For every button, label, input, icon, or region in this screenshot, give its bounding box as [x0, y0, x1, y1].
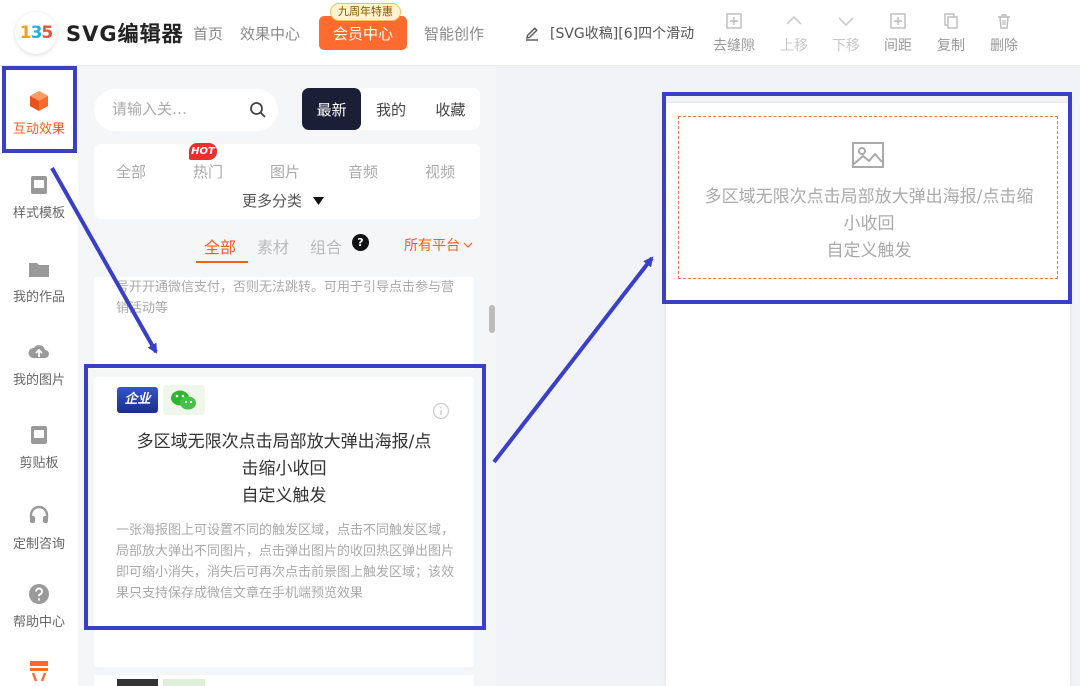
wechat-icon — [163, 385, 205, 415]
category-hot[interactable]: 热门 — [193, 161, 223, 182]
anniversary-badge: 九周年特惠 — [330, 3, 401, 21]
segment-favorites[interactable]: 收藏 — [421, 88, 480, 130]
enterprise-tag: 企业 — [117, 387, 158, 413]
clipboard-icon — [31, 426, 47, 444]
caret-down-icon — [313, 197, 325, 205]
rail-item-interactive-effects[interactable]: 互动效果 — [0, 89, 78, 137]
filter-combos[interactable]: 组合 — [310, 234, 342, 258]
nav-home[interactable]: 首页 — [193, 23, 223, 44]
tool-move-down[interactable]: 下移 — [820, 12, 872, 55]
wechat-icon — [163, 679, 205, 686]
platform-dropdown[interactable]: 所有平台 — [404, 235, 474, 255]
effects-library-panel: 最新 我的 收藏 全部 热门 HOT 图片 音频 视频 更多分类 全部 素材 组… — [78, 67, 496, 686]
left-rail: 互动效果 样式模板 我的作品 我的图片 剪贴板 定制咨询 帮助中心 — [0, 67, 78, 686]
category-all[interactable]: 全部 — [116, 161, 146, 182]
copy-icon — [944, 13, 958, 29]
help-icon — [29, 584, 49, 604]
search-icon[interactable] — [248, 100, 268, 120]
top-bar: 135 SVG编辑器 首页 效果中心 会员中心 九周年特惠 智能创作 [SVG收… — [0, 0, 1080, 66]
nav-smart-create[interactable]: 智能创作 — [424, 23, 484, 44]
filter-materials[interactable]: 素材 — [257, 234, 289, 258]
tool-copy[interactable]: 复制 — [925, 12, 977, 55]
segment-latest[interactable]: 最新 — [302, 88, 362, 130]
editor-canvas-area: 多区域无限次点击局部放大弹出海报/点击缩 小收回 自定义触发 — [496, 67, 1080, 686]
tool-delete[interactable]: 删除 — [978, 12, 1030, 55]
pencil-icon — [526, 27, 538, 41]
rail-item-style-templates[interactable]: 样式模板 — [0, 173, 78, 221]
segment-mine[interactable]: 我的 — [361, 88, 420, 130]
document-title[interactable]: [SVG收稿][6]四个滑动 — [524, 23, 694, 43]
rail-item-custom-consult[interactable]: 定制咨询 — [0, 504, 78, 552]
rail-item-my-images[interactable]: 我的图片 — [0, 340, 78, 388]
effect-description: 一张海报图上可设置不同的触发区域，点击不同触发区域，局部放大弹出不同图片，点击弹… — [116, 523, 455, 601]
search-input[interactable] — [112, 100, 236, 118]
help-circle-icon[interactable]: ? — [352, 234, 369, 251]
plus-square-icon — [726, 13, 742, 29]
trash-icon — [998, 14, 1010, 29]
rail-item-help-center[interactable]: 帮助中心 — [0, 582, 78, 630]
nav-effects-center[interactable]: 效果中心 — [240, 23, 300, 44]
effect-title: 多区域无限次点击局部放大弹出海报/点 击缩小收回 自定义触发 — [136, 432, 432, 506]
chevron-down-icon — [463, 242, 473, 248]
effect-description: 号开开通微信支付，否则无法跳转。可用于引导点击参与营销活动等 — [116, 280, 455, 316]
logo[interactable]: 135 — [15, 12, 57, 54]
hot-badge: HOT — [189, 143, 217, 160]
info-icon[interactable] — [432, 402, 450, 420]
panel-scrollbar[interactable] — [489, 305, 495, 333]
tool-spacing[interactable]: 间距 — [872, 12, 924, 55]
rail-item-clipboard[interactable]: 剪贴板 — [0, 423, 78, 471]
folder-icon — [29, 263, 49, 277]
cloud-upload-icon — [28, 345, 49, 358]
chevron-up-icon — [786, 15, 802, 25]
filter-underline — [196, 261, 248, 263]
headset-icon — [29, 505, 49, 523]
inserted-effect-block[interactable]: 多区域无限次点击局部放大弹出海报/点击缩 小收回 自定义触发 — [678, 116, 1058, 279]
more-categories-toggle[interactable]: 更多分类 — [242, 190, 325, 211]
list-item[interactable] — [94, 675, 474, 686]
list-item[interactable]: 号开开通微信支付，否则无法跳转。可用于引导点击参与营销活动等 — [94, 277, 474, 369]
template-icon — [31, 176, 47, 194]
nav-vip-center[interactable]: 会员中心 — [319, 16, 407, 50]
category-video[interactable]: 视频 — [425, 161, 455, 182]
effects-list: 号开开通微信支付，否则无法跳转。可用于引导点击参与营销活动等 企业 多区域无限次… — [94, 277, 474, 686]
menu-icon — [30, 661, 48, 682]
category-box: 全部 热门 HOT 图片 音频 视频 更多分类 — [94, 143, 480, 219]
image-placeholder-icon — [852, 142, 884, 168]
filter-all[interactable]: 全部 — [204, 234, 236, 258]
effect-card-multi-zone-zoom[interactable]: 企业 多区域无限次点击局部放大弹出海报/点 击缩小收回 自定义触发 一张海报图上… — [94, 377, 474, 667]
category-audio[interactable]: 音频 — [348, 161, 378, 182]
tool-remove-gap[interactable]: 去缝隙 — [708, 12, 760, 55]
app-title: SVG编辑器 — [66, 22, 184, 46]
category-images[interactable]: 图片 — [270, 161, 300, 182]
enterprise-tag — [117, 679, 158, 686]
cube-icon — [30, 91, 48, 111]
sort-segmented-control: 最新 我的 收藏 — [302, 88, 480, 130]
document-title-text: [SVG收稿][6]四个滑动 — [550, 26, 695, 42]
effect-placeholder-text: 多区域无限次点击局部放大弹出海报/点击缩 小收回 自定义触发 — [704, 187, 1034, 261]
search-box — [94, 89, 278, 131]
canvas-page[interactable]: 多区域无限次点击局部放大弹出海报/点击缩 小收回 自定义触发 — [666, 103, 1070, 686]
chevron-down-icon — [838, 17, 854, 27]
tool-move-up[interactable]: 上移 — [768, 12, 820, 55]
rail-item-my-works[interactable]: 我的作品 — [0, 257, 78, 305]
rail-item-more[interactable] — [0, 659, 78, 686]
spacing-icon — [890, 13, 906, 29]
